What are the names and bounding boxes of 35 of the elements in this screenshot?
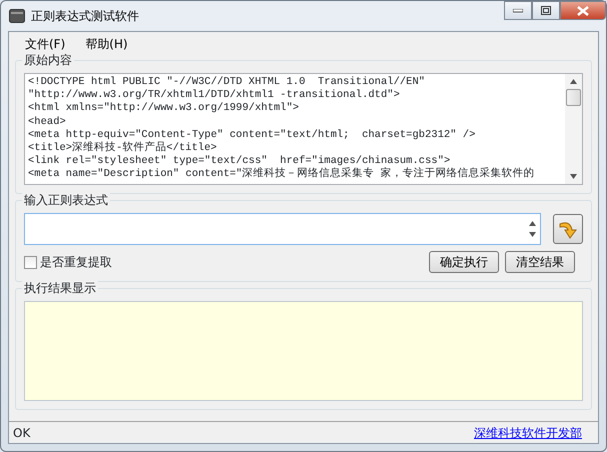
window-title: 正则表达式测试软件 — [31, 8, 139, 25]
status-link[interactable]: 深维科技软件开发部 — [474, 424, 582, 442]
scrollbar[interactable] — [565, 74, 582, 184]
source-text-area[interactable] — [24, 73, 583, 185]
up-arrow-icon[interactable] — [570, 79, 577, 84]
run-button[interactable] — [553, 214, 583, 244]
action-button[interactable]: 确定执行 — [429, 251, 499, 273]
menu-item[interactable]: 帮助(H) — [77, 35, 136, 51]
down-arrow-icon[interactable] — [570, 174, 577, 179]
up-arrow-icon[interactable] — [528, 221, 536, 226]
app-icon — [9, 9, 25, 23]
code-line: <html xmlns="http://www.w3.org/1999/xhtml"> — [28, 102, 300, 116]
code-line: <meta name="Description" content="深维科技－网络信息采集专 家，专注于网络信息采集软件的 — [28, 168, 536, 182]
regex-input-field[interactable] — [24, 213, 541, 245]
group-title: 输入正则表达式 — [22, 192, 110, 208]
scrollbar-thumb[interactable] — [566, 89, 581, 106]
minimize-button[interactable] — [504, 1, 532, 20]
down-arrow-icon[interactable] — [528, 232, 536, 237]
maximize-button[interactable] — [532, 1, 560, 20]
code-line: "http://www.w3.org/TR/xhtml1/DTD/xhtml1 -transitional.dtd"> — [28, 89, 401, 102]
close-icon — [577, 6, 589, 16]
code-line: <link rel="stylesheet" type="text/css" href="images/chinasum.css"> — [28, 155, 452, 168]
code-line: <!DOCTYPE html PUBLIC "-//W3C//DTD XHTML 1.0 Transitional//EN" — [28, 76, 426, 89]
code-line: <title>深维科技-软件产品</title> — [28, 142, 218, 155]
group-title: 原始内容 — [22, 52, 74, 68]
code-line: <head> — [28, 116, 66, 129]
code-line: <meta http-equiv="Content-Type" content="text/html; charset=gb2312" /> — [28, 128, 476, 141]
close-button[interactable] — [560, 1, 606, 20]
maximize-icon — [541, 6, 551, 15]
repeat-checkbox[interactable]: 是否重复提取 — [24, 253, 112, 271]
group-title: 执行结果显示 — [22, 280, 98, 296]
action-button[interactable]: 清空结果 — [505, 251, 575, 273]
status-text: OK — [13, 424, 30, 442]
menu-item[interactable]: 文件(F) — [17, 35, 74, 51]
minimize-icon — [513, 8, 523, 12]
